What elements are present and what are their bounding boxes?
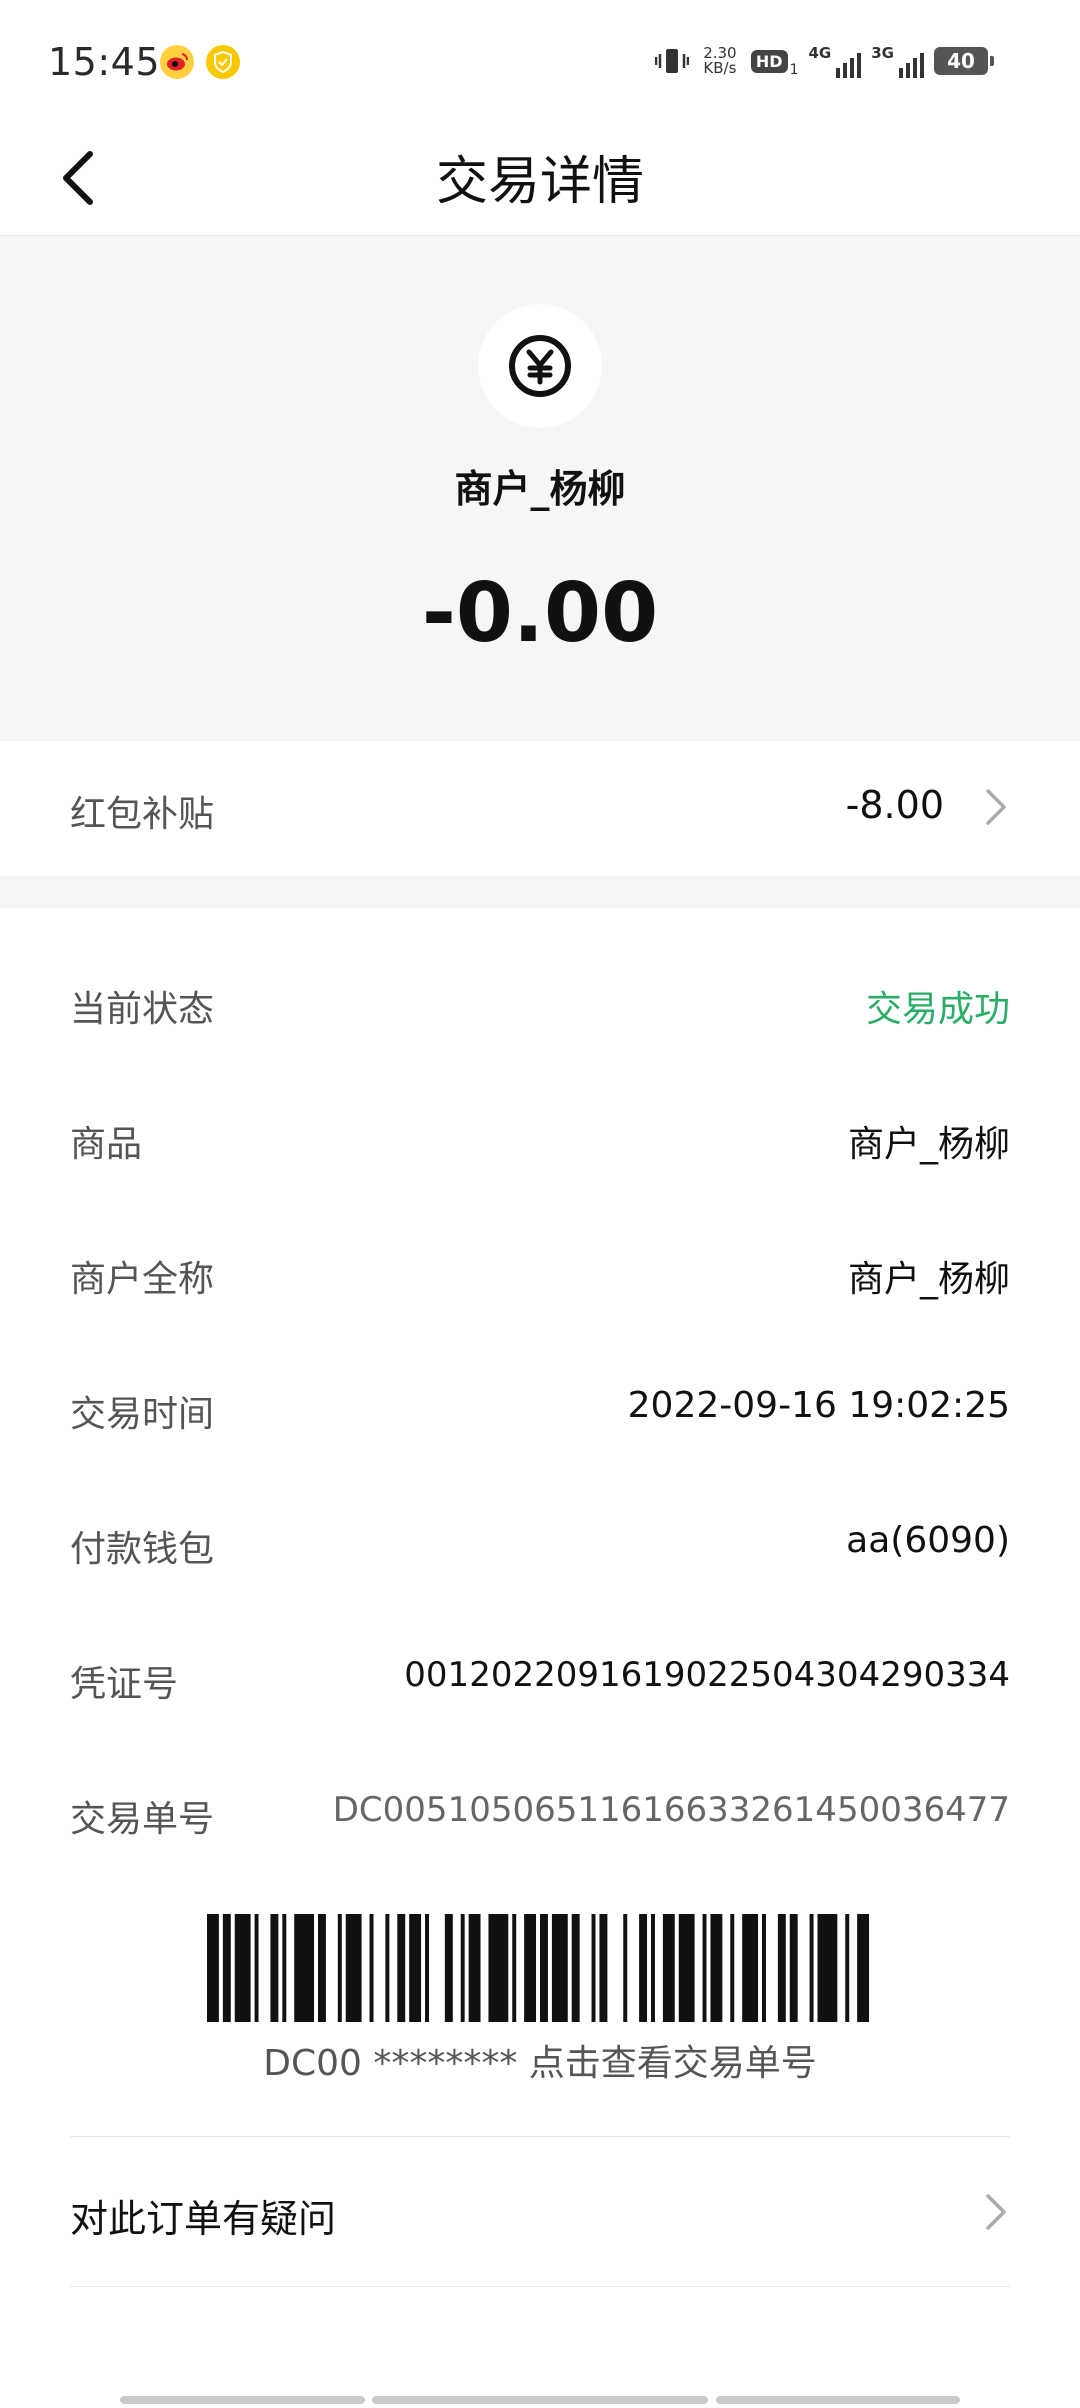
barcode-bar — [369, 1914, 374, 2022]
transaction-header: 商户_杨柳 -0.00 — [0, 236, 1080, 741]
hd-sub: 1 — [789, 62, 799, 78]
chevron-right-icon — [986, 2194, 1006, 2230]
wallet-label: 付款钱包 — [70, 1529, 215, 1570]
transaction-time-label: 交易时间 — [70, 1394, 215, 1435]
barcode-bar — [809, 1914, 814, 2022]
yuan-icon — [509, 335, 571, 397]
barcode-bar — [385, 1914, 390, 2022]
signal-3g-icon: 3G — [871, 44, 924, 78]
barcode[interactable] — [207, 1914, 873, 2022]
order-number-value[interactable]: DC00510506511616633261450036477 — [333, 1790, 1010, 1830]
battery-icon: 40 — [934, 47, 994, 75]
product-value: 商户_杨柳 — [847, 1124, 1010, 1165]
transaction-amount: -0.00 — [421, 566, 659, 661]
divider — [70, 2136, 1010, 2137]
barcode-bar — [282, 1914, 287, 2022]
barcode-bar — [397, 1914, 406, 2022]
barcode-bar — [294, 1914, 315, 2022]
security-shield-icon — [206, 45, 240, 79]
barcode-bar — [651, 1914, 655, 2022]
barcode-bar — [234, 1914, 251, 2022]
divider — [70, 2286, 1010, 2287]
barcode-bar — [789, 1914, 798, 2022]
merchant-fullname-label: 商户全称 — [70, 1259, 215, 1300]
status-label: 当前状态 — [70, 989, 215, 1030]
barcode-bar — [540, 1914, 548, 2022]
net-speed: 2.30 KB/s — [703, 44, 737, 77]
status-value: 交易成功 — [865, 989, 1010, 1030]
merchant-name: 商户_杨柳 — [454, 467, 626, 511]
barcode-bar — [678, 1914, 695, 2022]
merchant-avatar — [478, 304, 602, 428]
barcode-bar — [742, 1914, 759, 2022]
merchant-fullname-value: 商户_杨柳 — [847, 1259, 1010, 1300]
barcode-bar — [817, 1914, 838, 2022]
barcode-bar — [710, 1914, 723, 2022]
barcode-bar — [591, 1914, 596, 2022]
chevron-right-icon — [986, 789, 1006, 825]
order-question-link[interactable]: 对此订单有疑问 — [70, 2188, 336, 2243]
nav-indicator-right — [716, 2396, 960, 2404]
barcode-bar — [409, 1914, 422, 2022]
nav-indicator-center — [372, 2396, 708, 2404]
barcode-bar — [762, 1914, 766, 2022]
barcode-bar — [345, 1914, 362, 2022]
barcode-bar — [468, 1914, 481, 2022]
wallet-value: aa(6090) — [846, 1520, 1010, 1561]
barcode-bar — [512, 1914, 517, 2022]
barcode-bar — [599, 1914, 608, 2022]
barcode-bar — [777, 1914, 786, 2022]
section-gap — [0, 876, 1080, 908]
hd-badge: HD — [750, 49, 788, 73]
barcode-bar — [444, 1914, 453, 2022]
nav-indicator-left — [120, 2396, 365, 2404]
voucher-label: 凭证号 — [70, 1664, 179, 1705]
barcode-bar — [551, 1914, 568, 2022]
barcode-bar — [702, 1914, 707, 2022]
voucher-value: 0012022091619022504304290334 — [404, 1655, 1010, 1695]
barcode-bar — [639, 1914, 648, 2022]
barcode-bar — [337, 1914, 342, 2022]
status-bar: 15:45 2.30 KB/s HD 1 4G 3G 40 — [0, 0, 1080, 125]
barcode-bar — [207, 1914, 219, 2022]
vibrate-icon — [654, 49, 689, 73]
subsidy-value: -8.00 — [845, 783, 944, 827]
barcode-bar — [270, 1914, 279, 2022]
barcode-bar — [571, 1914, 580, 2022]
subsidy-label: 红包补贴 — [70, 794, 215, 835]
subsidy-row[interactable]: 红包补贴 -8.00 — [0, 741, 1080, 876]
barcode-bar — [318, 1914, 326, 2022]
barcode-caption[interactable]: DC00 ******** 点击查看交易单号 — [0, 2034, 1080, 2086]
status-indicators: 2.30 KB/s HD 1 4G 3G 40 — [654, 44, 994, 78]
barcode-bar — [460, 1914, 465, 2022]
weibo-icon — [160, 45, 194, 79]
barcode-bar — [730, 1914, 735, 2022]
page-title: 交易详情 — [435, 152, 644, 212]
barcode-bar — [662, 1914, 675, 2022]
signal-4g-icon: 4G — [809, 44, 862, 78]
barcode-bar — [845, 1914, 850, 2022]
barcode-bar — [222, 1914, 231, 2022]
barcode-bar — [623, 1914, 628, 2022]
barcode-bar — [857, 1914, 870, 2022]
transaction-time-value: 2022-09-16 19:02:25 — [627, 1385, 1010, 1426]
nav-bar: 交易详情 — [0, 125, 1080, 236]
order-number-label: 交易单号 — [70, 1799, 215, 1840]
barcode-bar — [425, 1914, 429, 2022]
barcode-bar — [524, 1914, 537, 2022]
product-label: 商品 — [70, 1124, 143, 1165]
barcode-bar — [254, 1914, 259, 2022]
barcode-bar — [488, 1914, 509, 2022]
status-time: 15:45 — [48, 40, 161, 84]
